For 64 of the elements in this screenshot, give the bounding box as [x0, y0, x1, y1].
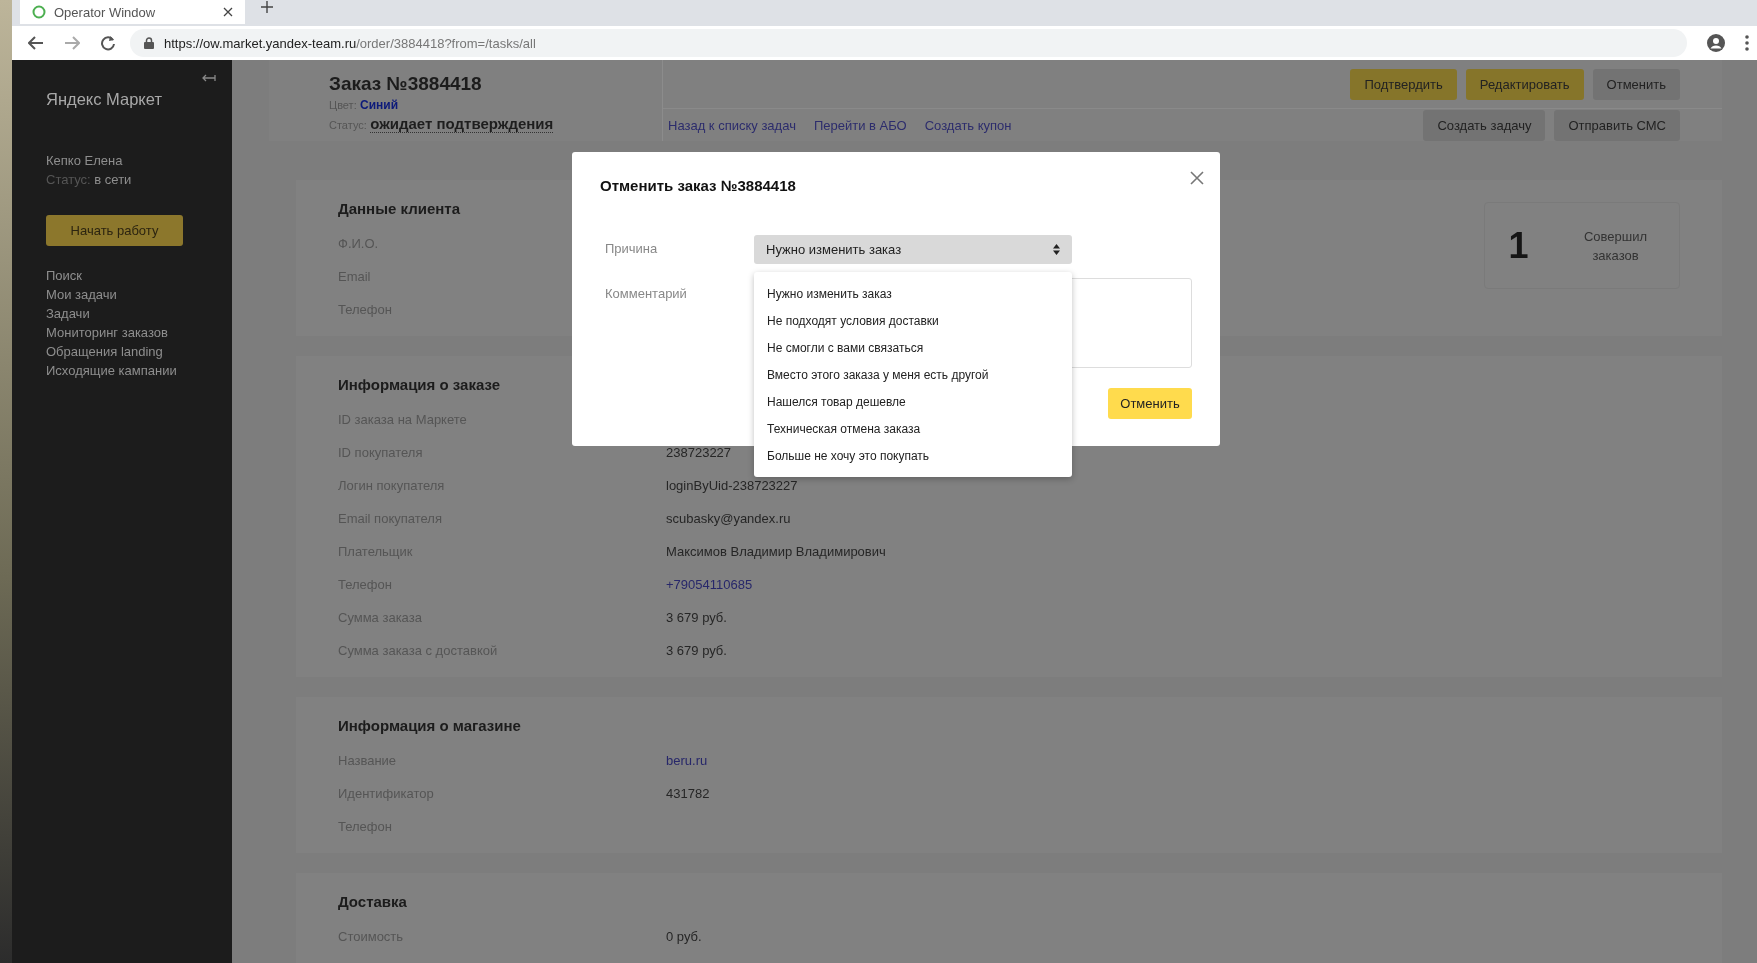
tab-title: Operator Window: [54, 4, 157, 20]
section-title: Информация о магазине: [338, 717, 521, 734]
field-value: 238723227: [666, 445, 732, 460]
field-value: 431782: [666, 786, 710, 801]
close-icon[interactable]: [223, 7, 233, 17]
field-value: 3 679 руб.: [666, 610, 727, 625]
section-title: Информация о заказе: [338, 376, 501, 393]
action-button[interactable]: Отменить: [1592, 68, 1680, 100]
start-work-button[interactable]: Начать работу: [46, 215, 183, 246]
header-link[interactable]: Создать купон: [924, 117, 1012, 133]
user-name: Кепко Елена: [46, 153, 124, 168]
address-bar[interactable]: https://ow.market.yandex-team.ru/order/3884418?from=/tasks/all: [130, 29, 1687, 57]
action-button[interactable]: Создать задачу: [1423, 109, 1546, 141]
action-button[interactable]: Отправить СМС: [1554, 109, 1680, 141]
field-label: Комментарий: [604, 286, 688, 303]
stat-caption: Совершил заказов: [1582, 227, 1649, 265]
browser-tab[interactable]: Operator Window: [20, 0, 245, 24]
nav-link[interactable]: Мониторинг заказов: [46, 323, 198, 342]
status-value: в сети: [94, 172, 132, 187]
header-link[interactable]: Перейти в АБО: [813, 117, 907, 133]
menu-icon[interactable]: [1745, 35, 1749, 51]
dropdown-option[interactable]: Больше не хочу это покупать: [754, 443, 1072, 470]
stat-number: 1: [1508, 224, 1529, 267]
field-value: 0 руб.: [666, 929, 702, 944]
header-link[interactable]: Назад к списку задач: [668, 117, 796, 133]
dropdown-option[interactable]: Нашелся товар дешевле: [754, 389, 1072, 416]
sort-arrows-icon: [1053, 244, 1060, 255]
field-value: Максимов Владимир Владимирович: [666, 544, 886, 559]
order-status: ожидает подтверждения: [370, 115, 554, 133]
nav-link[interactable]: Поиск: [46, 266, 198, 285]
dropdown-option[interactable]: Вместо этого заказа у меня есть другой: [754, 362, 1072, 389]
section-title: Доставка: [338, 893, 407, 910]
field-value: loginByUid-238723227: [666, 478, 798, 493]
field-link[interactable]: beru.ru: [666, 753, 708, 768]
dropdown-option[interactable]: Нужно изменить заказ: [754, 281, 1072, 308]
brand-name: Яндекс Маркет: [46, 90, 163, 109]
field-link[interactable]: +79054110685: [666, 577, 753, 592]
dropdown-option[interactable]: Не смогли с вами связаться: [754, 335, 1072, 362]
lock-icon: [144, 37, 154, 49]
field-value: scubasky@yandex.ru: [666, 511, 791, 526]
status-label: Статус:: [46, 172, 91, 187]
action-button[interactable]: Редактировать: [1465, 68, 1584, 100]
action-button[interactable]: Подтвердить: [1350, 68, 1457, 100]
color-value: Синий: [360, 98, 399, 112]
nav-link[interactable]: Задачи: [46, 304, 198, 323]
nav-link[interactable]: Обращения landing: [46, 342, 198, 361]
order-title: Заказ №3884418: [329, 73, 483, 95]
cancel-order-button[interactable]: Отменить: [1108, 388, 1192, 419]
nav-link[interactable]: Исходящие кампании: [46, 361, 198, 380]
account-icon[interactable]: [1707, 34, 1725, 52]
field-value: 3 679 руб.: [666, 643, 727, 658]
collapse-icon[interactable]: [202, 74, 216, 82]
new-tab-icon[interactable]: [261, 1, 273, 13]
field-label: Причина: [604, 241, 659, 258]
close-icon[interactable]: [1190, 171, 1204, 185]
reason-select[interactable]: Нужно изменить заказ: [754, 235, 1072, 264]
nav-link[interactable]: Мои задачи: [46, 285, 198, 304]
section-title: Данные клиента: [338, 200, 460, 217]
dialog-title: Отменить заказ №3884418: [600, 177, 797, 194]
dropdown-option[interactable]: Техническая отмена заказа: [754, 416, 1072, 443]
dropdown-option[interactable]: Не подходят условия доставки: [754, 308, 1072, 335]
reload-icon[interactable]: [100, 35, 116, 51]
back-icon[interactable]: [28, 35, 44, 51]
url-text: https://ow.market.yandex-team.ru/order/3884418?from=/tasks/all: [164, 35, 536, 51]
